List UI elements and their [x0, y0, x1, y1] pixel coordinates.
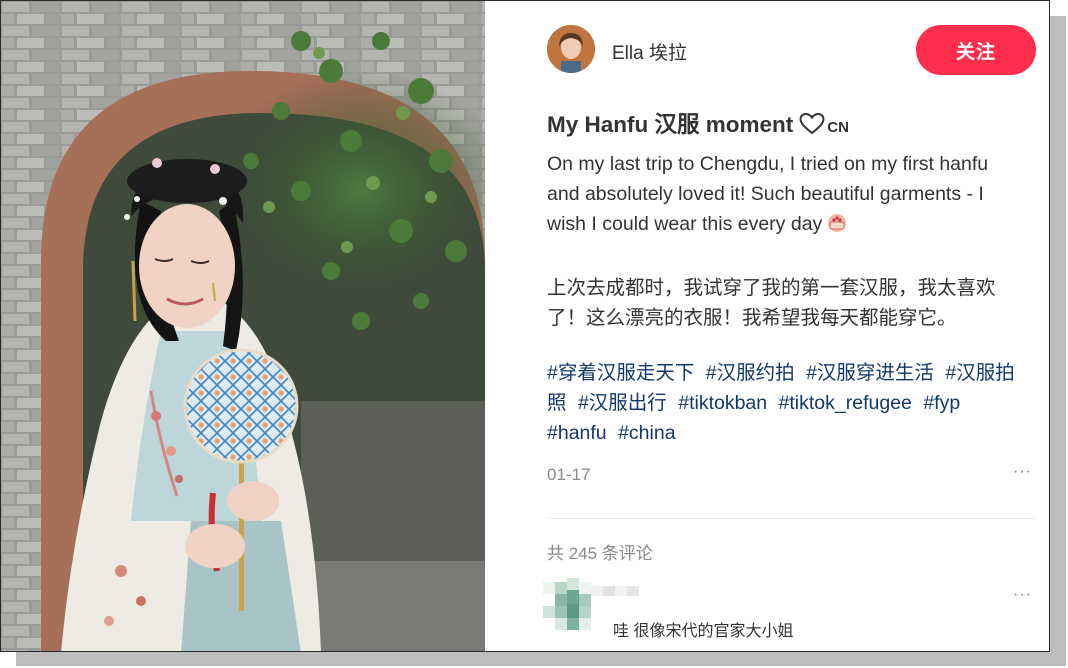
post-photo[interactable] — [1, 1, 485, 651]
post-body: On my last trip to Chengdu, I tried on m… — [547, 149, 1022, 333]
country-flag-label: CN — [827, 119, 849, 136]
hashtag-link[interactable]: #tiktokban — [678, 392, 767, 414]
comment-text: 哇 很像宋代的官家大小姐 — [613, 623, 794, 640]
hashtag-link[interactable]: #汉服出行 — [578, 392, 667, 414]
hashtag-list: #穿着汉服走天下 #汉服约拍 #汉服穿进生活 #汉服拍照 #汉服出行 #tikt… — [547, 358, 1027, 448]
post-body-zh: 上次去成都时，我试穿了我的第一套汉服，我太喜欢了！这么漂亮的衣服！我希望我每天都… — [547, 277, 996, 329]
post-title-text: My Hanfu 汉服 moment — [547, 112, 794, 137]
divider — [547, 518, 1035, 519]
more-dots-icon[interactable]: ··· — [1013, 586, 1032, 604]
hashtag-link[interactable]: #tiktok_refugee — [779, 392, 912, 414]
comment-count: 共 245 条评论 — [547, 544, 653, 563]
hashtag-link[interactable]: #穿着汉服走天下 — [547, 362, 694, 384]
cake-emoji-icon — [826, 212, 848, 243]
post-title: My Hanfu 汉服 moment CN — [547, 107, 849, 141]
post-body-en: On my last trip to Chengdu, I tried on m… — [547, 149, 1022, 243]
post-window: Ella 埃拉 关注 My Hanfu 汉服 moment CN On my la… — [0, 0, 1050, 652]
hashtag-link[interactable]: #fyp — [923, 392, 960, 414]
post-detail-panel: Ella 埃拉 关注 My Hanfu 汉服 moment CN On my la… — [517, 1, 1049, 651]
author-name[interactable]: Ella 埃拉 — [612, 38, 687, 65]
author-avatar[interactable] — [547, 25, 595, 73]
hashtag-link[interactable]: #汉服穿进生活 — [806, 362, 934, 384]
heart-outline-icon — [799, 112, 825, 141]
hashtag-link[interactable]: #汉服约拍 — [706, 362, 795, 384]
hanfu-photo-image — [1, 1, 485, 651]
post-body-en-text: On my last trip to Chengdu, I tried on m… — [547, 153, 989, 235]
follow-button[interactable]: 关注 — [916, 25, 1036, 75]
hashtag-link[interactable]: #hanfu — [547, 422, 607, 444]
post-date: 01-17 — [547, 465, 591, 484]
more-dots-icon[interactable]: ··· — [1013, 463, 1032, 481]
avatar-image — [547, 25, 595, 73]
hashtag-link[interactable]: #china — [618, 422, 675, 444]
